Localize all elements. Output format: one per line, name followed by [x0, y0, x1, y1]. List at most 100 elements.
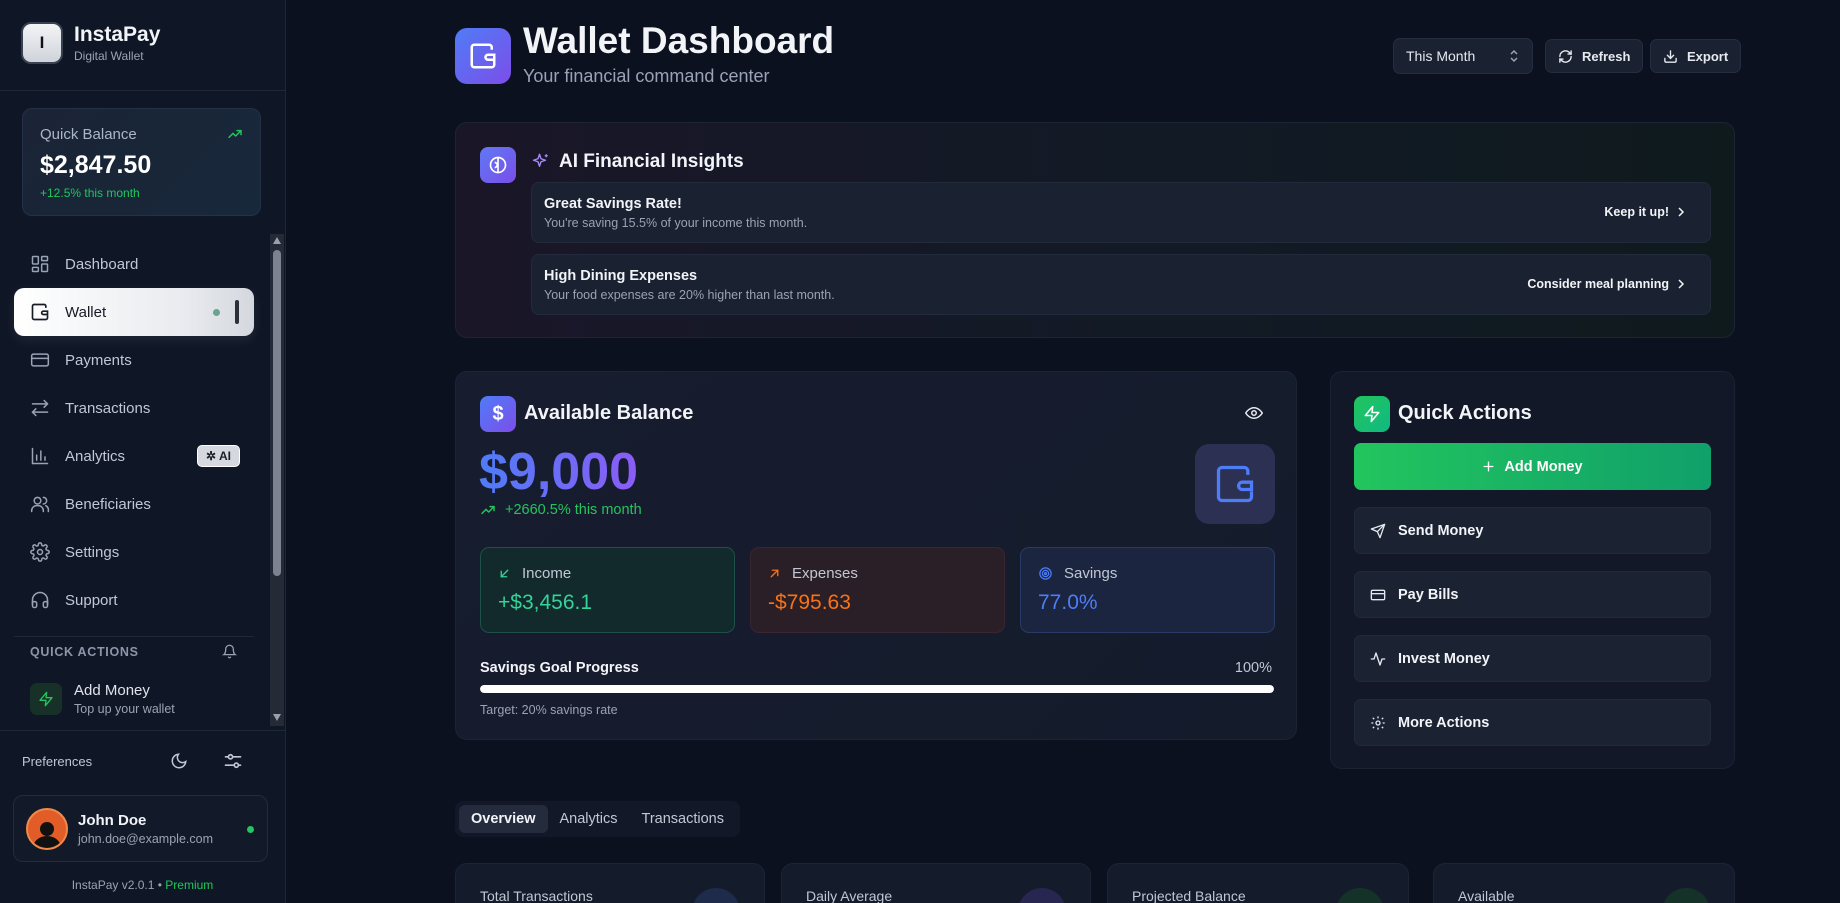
page-subtitle: Your financial command center — [523, 66, 770, 86]
quick-actions-title: Quick Actions — [1398, 402, 1532, 424]
invest-money-label: Invest Money — [1398, 650, 1490, 667]
trending-up-icon — [480, 502, 505, 518]
version-text: InstaPay v2.0.1 • — [71, 878, 162, 892]
income-stat: Income +$3,456.1 — [480, 547, 735, 633]
insight-title: Great Savings Rate! — [544, 196, 682, 212]
active-dot — [213, 308, 220, 316]
stat-card-projected-balance: Projected Balance — [1107, 863, 1409, 903]
insight-card[interactable]: High Dining Expenses Your food expenses … — [531, 254, 1711, 315]
savings-stat: Savings 77.0% — [1020, 547, 1275, 633]
eye-icon[interactable] — [1245, 404, 1263, 422]
divider — [0, 730, 285, 731]
add-money-button[interactable]: Add Money — [1354, 443, 1711, 490]
insight-description: You're saving 15.5% of your income this … — [544, 216, 808, 230]
stat-label: Total Transactions — [480, 888, 593, 903]
scroll-down-arrow-icon[interactable] — [273, 714, 281, 721]
online-status-dot — [247, 826, 254, 833]
quick-actions-panel: Quick Actions Add Money Send Money Pay B… — [1330, 371, 1735, 769]
sparkle-icon: ✲ — [205, 449, 216, 463]
target-icon — [1038, 566, 1064, 581]
tab-overview[interactable]: Overview — [459, 805, 548, 833]
ai-insights-title: AI Financial Insights — [559, 151, 744, 172]
stat-card-daily-average: Daily Average — [781, 863, 1091, 903]
insight-action-label: Keep it up! — [1604, 205, 1669, 219]
expenses-label: Expenses — [792, 565, 858, 582]
savings-goal-progress-bar — [480, 685, 1274, 693]
brain-icon — [480, 147, 516, 183]
pay-bills-label: Pay Bills — [1398, 586, 1459, 603]
sidebar-item-label: Support — [65, 591, 118, 609]
sidebar-item-label: Analytics — [65, 447, 126, 465]
savings-label: Savings — [1064, 565, 1118, 582]
sidebar-item-analytics[interactable]: Analytics ✲ AI — [14, 432, 254, 480]
sidebar-item-payments[interactable]: Payments — [14, 336, 254, 384]
scroll-up-arrow-icon[interactable] — [273, 237, 281, 244]
refresh-button[interactable]: Refresh — [1545, 39, 1644, 73]
balance-change: +2660.5% this month — [480, 502, 642, 518]
income-label: Income — [522, 565, 572, 582]
transfer-icon — [30, 398, 50, 418]
balance-title: Available Balance — [524, 402, 694, 424]
savings-goal-progress-fill — [480, 685, 1274, 693]
bell-icon[interactable] — [222, 644, 237, 659]
moon-icon[interactable] — [170, 752, 188, 770]
sidebar-item-label: Settings — [65, 543, 120, 561]
tab-transactions[interactable]: Transactions — [630, 805, 736, 833]
user-name: John Doe — [78, 811, 147, 829]
version-label: InstaPay v2.0.1 • Premium — [0, 878, 285, 892]
quick-balance-card: Quick Balance $2,847.50 +12.5% this mont… — [22, 108, 261, 216]
sidebar-item-settings[interactable]: Settings — [14, 528, 254, 576]
expenses-value: -$795.63 — [768, 591, 851, 614]
insight-title: High Dining Expenses — [544, 268, 698, 284]
sidebar-item-beneficiaries[interactable]: Beneficiaries — [14, 480, 254, 528]
send-money-button[interactable]: Send Money — [1354, 507, 1711, 554]
lightning-icon — [1354, 396, 1390, 432]
export-button[interactable]: Export — [1650, 39, 1742, 73]
invest-money-button[interactable]: Invest Money — [1354, 635, 1711, 682]
insight-action-link[interactable]: Consider meal planning — [1527, 277, 1686, 291]
dashboard-icon — [30, 254, 50, 274]
sidebar-item-wallet[interactable]: Wallet — [14, 288, 254, 336]
sidebar-item-support[interactable]: Support — [14, 576, 254, 624]
brand-logo: I — [21, 22, 63, 64]
ai-badge: ✲ AI — [196, 445, 240, 467]
sidebar-item-transactions[interactable]: Transactions — [14, 384, 254, 432]
sidebar-action-subtitle: Top up your wallet — [74, 702, 175, 716]
send-money-label: Send Money — [1398, 522, 1484, 539]
sidebar-item-label: Wallet — [65, 303, 107, 321]
quick-balance-change: +12.5% this month — [40, 186, 140, 200]
sidebar-item-label: Transactions — [65, 399, 151, 417]
stat-icon — [692, 888, 740, 903]
more-actions-label: More Actions — [1398, 714, 1490, 731]
stat-icon — [1018, 888, 1066, 903]
stat-card-total-transactions: Total Transactions — [455, 863, 765, 903]
tab-analytics[interactable]: Analytics — [548, 805, 630, 833]
wallet-icon — [1195, 444, 1275, 524]
stat-card-available: Available — [1433, 863, 1735, 903]
preferences-label: Preferences — [22, 754, 93, 769]
insight-card[interactable]: Great Savings Rate! You're saving 15.5% … — [531, 182, 1711, 243]
sidebar-item-dashboard[interactable]: Dashboard — [14, 240, 254, 288]
plan-badge: Premium — [165, 878, 214, 892]
arrow-up-right-icon — [768, 567, 792, 580]
pay-bills-button[interactable]: Pay Bills — [1354, 571, 1711, 618]
insight-action-link[interactable]: Keep it up! — [1604, 205, 1686, 219]
export-label: Export — [1687, 48, 1729, 64]
quick-balance-amount: $2,847.50 — [40, 151, 152, 179]
brand[interactable]: I InstaPay Digital Wallet — [21, 22, 160, 64]
more-actions-button[interactable]: More Actions — [1354, 699, 1711, 746]
quick-balance-label: Quick Balance — [40, 126, 137, 143]
user-profile-card[interactable]: John Doe john.doe@example.com — [13, 795, 268, 862]
sliders-icon[interactable] — [223, 751, 243, 771]
sidebar-add-money-action[interactable]: Add Money Top up your wallet — [30, 682, 175, 716]
divider — [14, 636, 254, 637]
dollar-icon: $ — [480, 396, 516, 432]
refresh-icon — [1558, 49, 1582, 64]
refresh-label: Refresh — [1582, 48, 1631, 64]
sidebar-item-label: Dashboard — [65, 255, 139, 273]
headset-icon — [30, 590, 50, 610]
sidebar-scrollbar-thumb[interactable] — [273, 250, 281, 576]
arrow-down-left-icon — [498, 567, 522, 580]
stat-label: Available — [1458, 888, 1515, 903]
period-select[interactable]: This Month — [1393, 38, 1533, 74]
